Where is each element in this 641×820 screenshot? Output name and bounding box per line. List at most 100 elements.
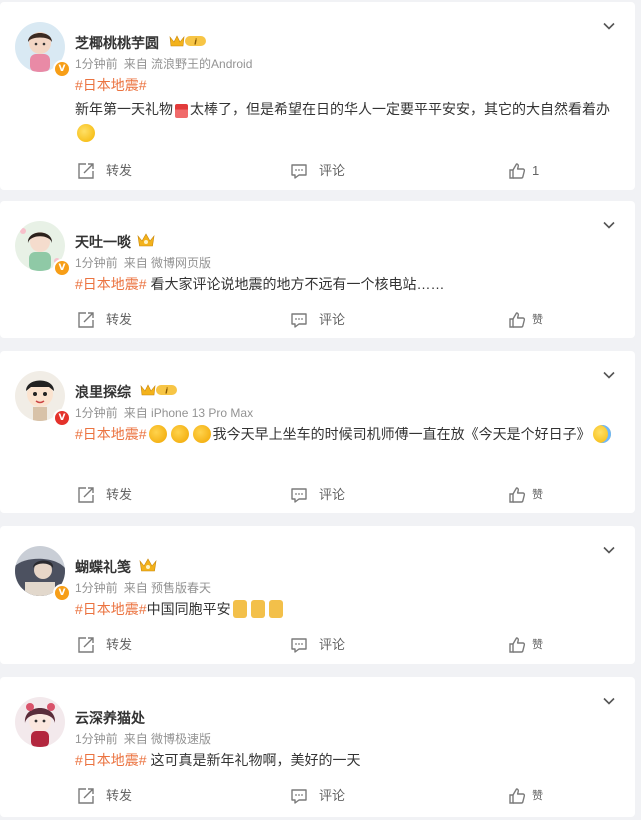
verified-v-icon: V	[53, 409, 71, 427]
comment-card: V 蝴蝶礼笺 1分钟前 来自 预售版春天 #日本地震#中国同胞平安 转发 评论 赞	[0, 526, 635, 664]
crown-member-icon	[139, 557, 157, 573]
comment-icon	[290, 636, 308, 654]
comment-text: #日本地震#中国同胞平安	[75, 597, 615, 621]
hashtag-link[interactable]: #日本地震#	[75, 752, 147, 768]
chevron-down-icon[interactable]	[603, 695, 615, 707]
action-bar: 转发 评论 赞	[0, 786, 635, 806]
action-bar: 转发 评论 1	[0, 161, 635, 181]
verified-v-icon: V	[53, 259, 71, 277]
thumbs-up-icon	[508, 486, 526, 504]
share-icon	[77, 787, 95, 805]
comment-icon	[290, 311, 308, 329]
comment-card: V 浪里探综 1分钟前 来自 iPhone 13 Pro Max #日本地震# 我今…	[0, 351, 635, 513]
source-label: 来自 iPhone 13 Pro Max	[123, 406, 254, 420]
source-label: 来自 流浪野王的Android	[123, 57, 253, 71]
share-icon	[77, 636, 95, 654]
comment-card: V 天吐一啖 1分钟前 来自 微博网页版 #日本地震# 看大家评论说地震的地方不远…	[0, 201, 635, 338]
comment-label: 评论	[319, 788, 346, 803]
timestamp: 1分钟前	[75, 256, 118, 270]
post-meta: 1分钟前 来自 微博极速版	[75, 730, 217, 747]
source-label: 来自 微博极速版	[123, 732, 212, 746]
post-meta: 1分钟前 来自 微博网页版	[75, 254, 217, 271]
source-label: 来自 预售版春天	[123, 581, 212, 595]
chevron-down-icon[interactable]	[603, 369, 615, 381]
thumbs-up-icon	[508, 162, 526, 180]
thumbs-up-icon	[508, 787, 526, 805]
comment-text-part: 看大家评论说地震的地方不远有一个核电站……	[150, 276, 445, 292]
username[interactable]: 芝椰桃桃芋圆	[75, 33, 159, 53]
username[interactable]: 天吐一啖	[75, 232, 131, 252]
crown-member-icon	[139, 382, 179, 398]
post-meta: 1分钟前 来自 流浪野王的Android	[75, 55, 258, 72]
comment-card: V 芝椰桃桃芋圆 1分钟前 来自 流浪野王的Android #日本地震# 新年第一…	[0, 2, 635, 190]
like-label: 赞	[532, 489, 543, 501]
source-label: 来自 微博网页版	[123, 256, 212, 270]
verified-v-icon: V	[53, 60, 71, 78]
timestamp: 1分钟前	[75, 406, 118, 420]
timestamp: 1分钟前	[75, 732, 118, 746]
repost-label: 转发	[106, 312, 133, 327]
comment-icon	[290, 787, 308, 805]
comment-text: #日本地震# 这可真是新年礼物啊，美好的一天	[75, 748, 615, 772]
comment-text-part: 新年第一天礼物	[75, 101, 173, 117]
comment-label: 评论	[319, 487, 346, 502]
comment-text-part: 这可真是新年礼物啊，美好的一天	[150, 752, 361, 768]
tears-of-joy-emoji-icon	[592, 425, 611, 443]
crown-member-icon	[168, 33, 208, 49]
comment-icon	[290, 162, 308, 180]
thumbs-up-icon	[508, 636, 526, 654]
laughing-emoji-icon	[192, 425, 211, 443]
username[interactable]: 浪里探综	[75, 382, 131, 402]
repost-label: 转发	[106, 788, 133, 803]
hashtag-link[interactable]: #日本地震#	[75, 276, 147, 292]
praying-hands-emoji-icon	[250, 600, 265, 618]
laughing-emoji-icon	[148, 425, 167, 443]
comment-text: #日本地震# 看大家评论说地震的地方不远有一个核电站……	[75, 272, 615, 296]
post-meta: 1分钟前 来自 iPhone 13 Pro Max	[75, 404, 259, 421]
like-label: 赞	[532, 314, 543, 326]
praying-hands-emoji-icon	[268, 600, 283, 618]
timestamp: 1分钟前	[75, 57, 118, 71]
like-count: 1	[532, 163, 540, 178]
comment-text-part: 中国同胞平安	[146, 601, 231, 617]
chevron-down-icon[interactable]	[603, 219, 615, 231]
avatar[interactable]	[15, 697, 65, 747]
comment-text-part: 我今天早上坐车的时候司机师傅一直在放《今天是个好日子》	[212, 426, 591, 442]
comment-icon	[290, 486, 308, 504]
praying-hands-emoji-icon	[232, 600, 247, 618]
share-icon	[77, 311, 95, 329]
repost-label: 转发	[106, 487, 133, 502]
username[interactable]: 云深养猫处	[75, 708, 145, 728]
gift-emoji-icon	[175, 104, 188, 118]
comment-label: 评论	[319, 637, 346, 652]
grin-emoji-icon	[77, 124, 95, 142]
action-bar: 转发 评论 赞	[0, 310, 635, 330]
chevron-down-icon[interactable]	[603, 20, 615, 32]
comment-text: #日本地震# 我今天早上坐车的时候司机师傅一直在放《今天是个好日子》	[75, 422, 615, 446]
username[interactable]: 蝴蝶礼笺	[75, 557, 131, 577]
crown-member-icon	[137, 232, 155, 248]
like-label: 赞	[532, 790, 543, 802]
hashtag-link[interactable]: #日本地震#	[75, 77, 147, 93]
comment-label: 评论	[319, 163, 346, 178]
like-label: 赞	[532, 639, 543, 651]
hashtag-link[interactable]: #日本地震#	[75, 601, 147, 617]
comment-text: #日本地震# 新年第一天礼物 太棒了，但是希望在日的华人一定要平平安安，其它的大自…	[75, 73, 615, 145]
repost-label: 转发	[106, 163, 133, 178]
laughing-emoji-icon	[170, 425, 189, 443]
comment-text-part: 太棒了，但是希望在日的华人一定要平平安安，其它的大自然看着办	[190, 101, 610, 117]
repost-label: 转发	[106, 637, 133, 652]
comment-feed: V 芝椰桃桃芋圆 1分钟前 来自 流浪野王的Android #日本地震# 新年第一…	[0, 0, 641, 820]
chevron-down-icon[interactable]	[603, 544, 615, 556]
comment-card: 云深养猫处 1分钟前 来自 微博极速版 #日本地震# 这可真是新年礼物啊，美好的一…	[0, 677, 635, 817]
share-icon	[77, 162, 95, 180]
hashtag-link[interactable]: #日本地震#	[75, 426, 147, 442]
thumbs-up-icon	[508, 311, 526, 329]
timestamp: 1分钟前	[75, 581, 118, 595]
comment-label: 评论	[319, 312, 346, 327]
share-icon	[77, 486, 95, 504]
action-bar: 转发 评论 赞	[0, 635, 635, 655]
verified-v-icon: V	[53, 584, 71, 602]
post-meta: 1分钟前 来自 预售版春天	[75, 579, 217, 596]
action-bar: 转发 评论 赞	[0, 485, 635, 505]
